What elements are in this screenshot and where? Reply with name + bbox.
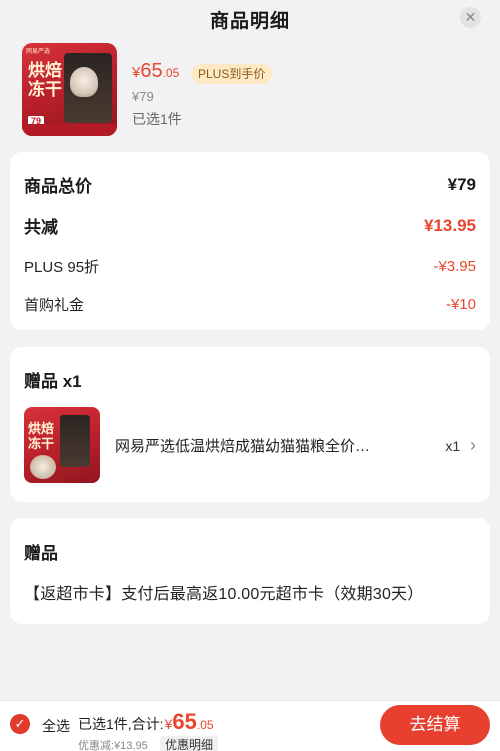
coupon-section-title: 赠品 bbox=[24, 544, 58, 563]
gift-qty-label: x1 bbox=[445, 438, 461, 454]
gift-thumb-title: 烘焙冻干 bbox=[28, 421, 55, 451]
selected-quantity: 已选1件 bbox=[132, 111, 182, 127]
checkout-button[interactable]: 去结算 bbox=[380, 705, 490, 745]
currency-symbol: ¥ bbox=[132, 64, 141, 81]
gift-item-card: 赠品 x1 烘焙冻干 网易严选低温烘焙成猫幼猫猫粮全价… x1 › bbox=[10, 347, 490, 502]
total-sum: 已选1件,合计: ¥ 65 .05 bbox=[78, 709, 214, 735]
gift-coupon-card: 赠品 【返超市卡】支付后最高返10.00元超市卡（效期30天） bbox=[10, 518, 490, 624]
price-summary-card: 商品总价 ¥79 共减 ¥13.95 PLUS 95折 -¥3.95 首购礼金 … bbox=[10, 152, 490, 330]
reduce-row: 共减 ¥13.95 bbox=[24, 213, 476, 238]
coupon-description: 【返超市卡】支付后最高返10.00元超市卡（效期30天） bbox=[24, 586, 424, 603]
gift-thumbnail[interactable]: 烘焙冻干 bbox=[24, 407, 100, 483]
gift-cat-image bbox=[30, 455, 56, 479]
plus-discount-row: PLUS 95折 -¥3.95 bbox=[24, 256, 476, 277]
select-all-label[interactable]: 全选 bbox=[42, 716, 70, 736]
gift-money-value: -¥10 bbox=[445, 296, 476, 313]
total-row: 商品总价 ¥79 bbox=[24, 172, 476, 197]
discount-detail-button[interactable]: 优惠明细 bbox=[160, 736, 219, 751]
gift-bag-image bbox=[60, 415, 90, 467]
reduce-label: 共减 bbox=[24, 218, 58, 237]
product-thumbnail: 网易严选 烘焙冻干 79 bbox=[22, 43, 117, 136]
thumb-brand: 网易严选 bbox=[26, 49, 51, 55]
page-title: 商品明细 bbox=[209, 11, 290, 32]
discount-amount: 优惠减:¥13.95 bbox=[78, 740, 148, 751]
cat-image bbox=[70, 67, 98, 97]
total-value: ¥79 bbox=[447, 174, 476, 194]
checkout-bar: ✓ 全选 已选1件,合计: ¥ 65 .05 优惠减:¥13.95 优惠明细 去… bbox=[0, 700, 500, 751]
thumb-title: 烘焙冻干 bbox=[28, 61, 62, 99]
gift-quantity[interactable]: x1 › bbox=[445, 435, 476, 456]
gift-product-name[interactable]: 网易严选低温烘焙成猫幼猫猫粮全价… bbox=[115, 435, 405, 456]
plus-discount-label: PLUS 95折 bbox=[24, 259, 100, 276]
price-decimal: .05 bbox=[162, 66, 180, 80]
total-label: 商品总价 bbox=[24, 177, 92, 196]
sum-integer: 65 bbox=[172, 709, 197, 734]
original-price: ¥79 bbox=[132, 89, 154, 104]
gift-section-title: 赠品 x1 bbox=[24, 372, 82, 391]
close-icon[interactable]: ✕ bbox=[460, 7, 481, 28]
chevron-right-icon: › bbox=[470, 435, 476, 455]
header: 商品明细 ✕ bbox=[0, 0, 500, 34]
price-integer: 65 bbox=[140, 60, 163, 82]
select-all-checkbox[interactable]: ✓ bbox=[10, 714, 30, 734]
thumb-strip bbox=[22, 124, 117, 136]
gift-money-row: 首购礼金 -¥10 bbox=[24, 294, 476, 315]
product-price: ¥ 65 .05 bbox=[132, 60, 185, 83]
sum-currency: ¥ bbox=[164, 716, 173, 732]
plus-price-tag: PLUS到手价 bbox=[191, 64, 273, 84]
sum-decimal: .05 bbox=[196, 718, 214, 732]
reduce-value: ¥13.95 bbox=[424, 215, 476, 235]
gift-money-label: 首购礼金 bbox=[24, 297, 85, 314]
plus-discount-value: -¥3.95 bbox=[433, 258, 476, 275]
sum-label: 已选1件,合计: bbox=[78, 716, 164, 732]
